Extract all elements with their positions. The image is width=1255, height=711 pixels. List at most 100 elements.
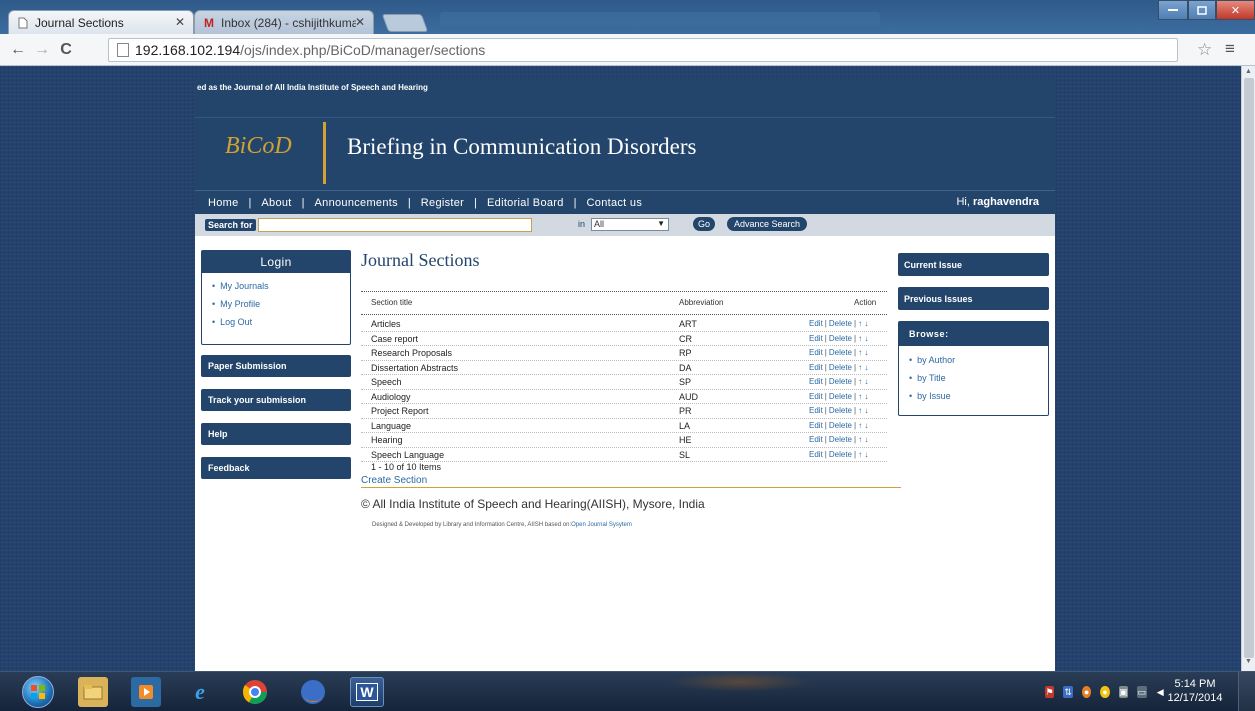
- ojs-link[interactable]: Open Journal Sysytem: [571, 522, 632, 528]
- browse-by-title-link[interactable]: • by Title: [909, 369, 1048, 387]
- antivirus-icon[interactable]: ●: [1081, 686, 1092, 698]
- move-down-icon[interactable]: ↓: [864, 348, 868, 357]
- scrollbar-thumb[interactable]: [1244, 78, 1254, 658]
- move-up-icon[interactable]: ↑: [858, 421, 862, 430]
- move-down-icon[interactable]: ↓: [864, 406, 868, 415]
- battery-icon[interactable]: ▭: [1137, 686, 1147, 698]
- feedback-button[interactable]: Feedback: [201, 457, 351, 479]
- search-input[interactable]: [258, 218, 532, 232]
- close-window-button[interactable]: ✕: [1216, 0, 1255, 20]
- word-icon[interactable]: W: [350, 677, 384, 707]
- edit-link[interactable]: Edit: [809, 435, 823, 444]
- maximize-button[interactable]: [1188, 0, 1216, 20]
- vertical-scrollbar[interactable]: ▲ ▼: [1241, 66, 1255, 671]
- tab-inbox[interactable]: M Inbox (284) - cshijithkuma ✕: [194, 10, 374, 34]
- minimize-button[interactable]: [1158, 0, 1188, 20]
- move-down-icon[interactable]: ↓: [864, 334, 868, 343]
- close-tab-icon[interactable]: ✕: [355, 15, 365, 29]
- browse-by-author-link[interactable]: • by Author: [909, 351, 1048, 369]
- username[interactable]: raghavendra: [973, 196, 1039, 208]
- move-down-icon[interactable]: ↓: [864, 377, 868, 386]
- delete-link[interactable]: Delete: [829, 319, 852, 328]
- device-icon[interactable]: ▣: [1118, 686, 1129, 698]
- file-explorer-icon[interactable]: [78, 677, 108, 707]
- previous-issues-button[interactable]: Previous Issues: [898, 287, 1049, 310]
- nav-about[interactable]: About: [261, 197, 291, 209]
- move-up-icon[interactable]: ↑: [858, 435, 862, 444]
- nav-announcements[interactable]: Announcements: [315, 197, 398, 209]
- tab-journal-sections[interactable]: Journal Sections ✕: [8, 10, 194, 34]
- flag-icon[interactable]: ⚑: [1045, 686, 1055, 698]
- move-up-icon[interactable]: ↑: [858, 363, 862, 372]
- my-profile-link[interactable]: • My Profile: [212, 295, 350, 313]
- new-tab-button[interactable]: [381, 14, 429, 32]
- delete-link[interactable]: Delete: [829, 363, 852, 372]
- create-section-link[interactable]: Create Section: [361, 475, 427, 486]
- move-down-icon[interactable]: ↓: [864, 392, 868, 401]
- move-up-icon[interactable]: ↑: [858, 334, 862, 343]
- volume-icon[interactable]: ◀: [1156, 686, 1165, 698]
- internet-explorer-icon[interactable]: e: [185, 677, 215, 707]
- move-up-icon[interactable]: ↑: [858, 406, 862, 415]
- search-scope-select[interactable]: All ▼: [591, 218, 669, 231]
- nav-home[interactable]: Home: [208, 197, 239, 209]
- delete-link[interactable]: Delete: [829, 421, 852, 430]
- delete-link[interactable]: Delete: [829, 377, 852, 386]
- media-player-icon[interactable]: [131, 677, 161, 707]
- network-icon[interactable]: ⇅: [1063, 686, 1073, 698]
- nav-contact-us[interactable]: Contact us: [587, 197, 643, 209]
- delete-link[interactable]: Delete: [829, 435, 852, 444]
- move-up-icon[interactable]: ↑: [858, 319, 862, 328]
- back-arrow-icon[interactable]: ←: [8, 40, 28, 60]
- move-down-icon[interactable]: ↓: [864, 450, 868, 459]
- advanced-search-button[interactable]: Advance Search: [727, 217, 807, 231]
- log-out-link[interactable]: • Log Out: [212, 313, 350, 331]
- move-up-icon[interactable]: ↑: [858, 450, 862, 459]
- reload-icon[interactable]: C: [56, 40, 76, 60]
- edit-link[interactable]: Edit: [809, 319, 823, 328]
- current-issue-button[interactable]: Current Issue: [898, 253, 1049, 276]
- delete-link[interactable]: Delete: [829, 392, 852, 401]
- system-clock[interactable]: 5:14 PM 12/17/2014: [1165, 677, 1225, 705]
- go-button[interactable]: Go: [693, 217, 715, 231]
- firefox-icon[interactable]: [298, 677, 328, 707]
- scroll-up-icon[interactable]: ▲: [1245, 68, 1252, 75]
- help-button[interactable]: Help: [201, 423, 351, 445]
- bookmark-star-icon[interactable]: ☆: [1197, 40, 1212, 60]
- track-submission-button[interactable]: Track your submission: [201, 389, 351, 411]
- delete-link[interactable]: Delete: [829, 348, 852, 357]
- edit-link[interactable]: Edit: [809, 334, 823, 343]
- move-up-icon[interactable]: ↑: [858, 392, 862, 401]
- my-journals-link[interactable]: • My Journals: [212, 277, 350, 295]
- delete-link[interactable]: Delete: [829, 406, 852, 415]
- close-tab-icon[interactable]: ✕: [175, 15, 185, 29]
- edit-link[interactable]: Edit: [809, 363, 823, 372]
- start-button[interactable]: [22, 676, 54, 708]
- move-down-icon[interactable]: ↓: [864, 319, 868, 328]
- address-bar[interactable]: 192.168.102.194/ojs/index.php/BiCoD/mana…: [108, 38, 1178, 62]
- nav-editorial-board[interactable]: Editorial Board: [487, 197, 564, 209]
- edit-link[interactable]: Edit: [809, 348, 823, 357]
- move-down-icon[interactable]: ↓: [864, 421, 868, 430]
- hamburger-menu-icon[interactable]: ≡: [1225, 39, 1235, 59]
- paper-submission-button[interactable]: Paper Submission: [201, 355, 351, 377]
- edit-link[interactable]: Edit: [809, 450, 823, 459]
- edit-link[interactable]: Edit: [809, 421, 823, 430]
- move-down-icon[interactable]: ↓: [864, 435, 868, 444]
- edit-link[interactable]: Edit: [809, 392, 823, 401]
- nav-register[interactable]: Register: [421, 197, 464, 209]
- delete-link[interactable]: Delete: [829, 334, 852, 343]
- edit-link[interactable]: Edit: [809, 377, 823, 386]
- update-icon[interactable]: ●: [1100, 686, 1110, 698]
- edit-link[interactable]: Edit: [809, 406, 823, 415]
- move-up-icon[interactable]: ↑: [858, 377, 862, 386]
- delete-link[interactable]: Delete: [829, 450, 852, 459]
- move-down-icon[interactable]: ↓: [864, 363, 868, 372]
- site-logo[interactable]: BiCoD: [225, 133, 292, 160]
- forward-arrow-icon[interactable]: →: [32, 40, 52, 60]
- scroll-down-icon[interactable]: ▼: [1245, 658, 1252, 665]
- browse-by-issue-link[interactable]: • by Issue: [909, 387, 1048, 405]
- chrome-icon[interactable]: [240, 677, 270, 707]
- move-up-icon[interactable]: ↑: [858, 348, 862, 357]
- show-desktop-button[interactable]: [1238, 672, 1255, 711]
